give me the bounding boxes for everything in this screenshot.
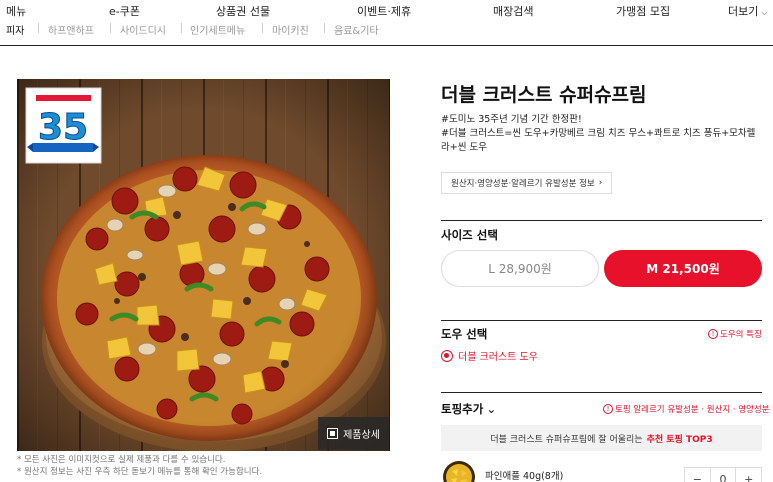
tab-my-kitchen[interactable]: 마이키친 xyxy=(272,22,309,37)
topping-item: 파인애플 40g(8개) − 0 + xyxy=(441,460,762,482)
nav-store-search[interactable]: 매장검색 xyxy=(493,3,533,19)
tab-pizza[interactable]: 피자 xyxy=(6,22,24,37)
tab-drinks[interactable]: 음료&기타 xyxy=(334,22,379,37)
image-note: * 모든 사진은 이미지컷으로 실제 제품과 다를 수 있습니다. xyxy=(17,455,226,465)
tab-separator xyxy=(110,23,111,33)
tab-set-menu[interactable]: 인기세트메뉴 xyxy=(190,22,245,37)
product-detail-label: 제품상세 xyxy=(343,430,380,441)
nav-gift-card[interactable]: 상품권 선물 xyxy=(216,3,270,19)
quantity-value: 0 xyxy=(709,468,737,482)
description-line: #더블 크러스트=씬 도우+카망베르 크림 치즈 무스+콰트로 치즈 퐁듀+모차… xyxy=(441,128,756,153)
increase-button[interactable]: + xyxy=(736,468,761,482)
description-line: #도미노 35주년 기념 기간 한정판! xyxy=(441,114,582,125)
info-icon: ! xyxy=(708,329,718,339)
divider xyxy=(441,392,762,393)
tab-separator xyxy=(181,23,182,33)
origin-info-button[interactable]: 원산지·영양성분·알레르기 유발성분 정보 › xyxy=(441,172,613,194)
pineapple-thumbnail xyxy=(443,461,475,482)
size-option-l[interactable]: L 28,900원 xyxy=(441,250,599,287)
zoom-icon xyxy=(327,428,339,439)
product-detail-button[interactable]: 제품상세 xyxy=(318,417,389,450)
nav-more-label: 더보기 xyxy=(728,5,759,18)
size-section-title: 사이즈 선택 xyxy=(441,228,498,242)
reco-highlight: 추천 토핑 TOP3 xyxy=(646,434,713,445)
nav-menu[interactable]: 메뉴 xyxy=(6,3,26,19)
tab-separator xyxy=(262,23,263,33)
dough-option[interactable]: 더블 크러스트 도우 xyxy=(441,348,538,363)
chevron-right-icon: › xyxy=(598,178,603,188)
divider xyxy=(441,320,762,321)
nav-event[interactable]: 이벤트·제휴 xyxy=(357,3,411,19)
quantity-stepper: − 0 + xyxy=(684,467,762,482)
reco-text: 더블 크러스트 슈퍼슈프림에 잘 어울리는 xyxy=(490,434,643,445)
divider xyxy=(441,220,762,221)
badge-number: 35 xyxy=(38,107,88,148)
chevron-down-icon: ⌄ xyxy=(486,402,497,416)
nav-franchise[interactable]: 가맹점 모집 xyxy=(616,3,670,19)
topping-info-link[interactable]: ! 토핑 알레르기 유발성분 · 원산지 · 영양성분 xyxy=(603,403,770,415)
top-navigation: 메뉴 e-쿠폰 상품권 선물 이벤트·제휴 매장검색 가맹점 모집 더보기 ⌵ xyxy=(0,0,773,22)
pizza-photo: 35 xyxy=(17,79,390,451)
nav-ecoupon[interactable]: e-쿠폰 xyxy=(109,3,140,19)
topping-toggle[interactable]: 토핑추가 ⌄ xyxy=(441,401,496,417)
image-note: * 원산지 정보는 사진 우측 하단 돋보기 메뉴를 통해 확인 가능합니다. xyxy=(17,467,263,477)
chevron-down-icon: ⌵ xyxy=(761,8,768,17)
product-description: #도미노 35주년 기념 기간 한정판! #더블 크러스트=씬 도우+카망베르 … xyxy=(441,113,763,155)
tab-side-dish[interactable]: 사이드디시 xyxy=(120,22,166,37)
tab-half-and-half[interactable]: 하프앤하프 xyxy=(48,22,94,37)
nav-more[interactable]: 더보기 ⌵ xyxy=(728,3,767,19)
anniversary-badge: 35 xyxy=(25,87,102,164)
product-image: 35 제품상세 xyxy=(17,79,390,451)
tab-separator xyxy=(324,23,325,33)
decrease-button[interactable]: − xyxy=(685,468,710,482)
topping-recommendation-banner: 더블 크러스트 슈퍼슈프림에 잘 어울리는 추천 토핑 TOP3 xyxy=(441,425,762,451)
dough-option-label: 더블 크러스트 도우 xyxy=(458,352,538,363)
topping-item-name: 파인애플 40g(8개) xyxy=(485,471,564,482)
tab-separator xyxy=(38,23,39,33)
info-icon: ! xyxy=(603,404,613,414)
image-notes: * 모든 사진은 이미지컷으로 실제 제품과 다를 수 있습니다. * 원산지 … xyxy=(17,454,262,478)
radio-selected-icon xyxy=(441,349,453,362)
origin-info-label: 원산지·영양성분·알레르기 유발성분 정보 xyxy=(451,179,595,189)
size-option-m[interactable]: M 21,500원 xyxy=(604,250,762,287)
topping-info-label: 토핑 알레르기 유발성분 · 원산지 · 영양성분 xyxy=(615,405,770,415)
category-tabs: 피자 하프앤하프 사이드디시 인기세트메뉴 마이키친 음료&기타 xyxy=(0,20,773,46)
dough-info-link[interactable]: ! 도우의 특징 xyxy=(708,328,762,340)
topping-section-title: 토핑추가 xyxy=(441,402,484,416)
dough-section-title: 도우 선택 xyxy=(441,327,488,341)
dough-info-label: 도우의 특징 xyxy=(720,330,762,340)
product-title: 더블 크러스트 슈퍼슈프림 xyxy=(441,84,647,106)
pineapple-icon xyxy=(443,461,475,482)
